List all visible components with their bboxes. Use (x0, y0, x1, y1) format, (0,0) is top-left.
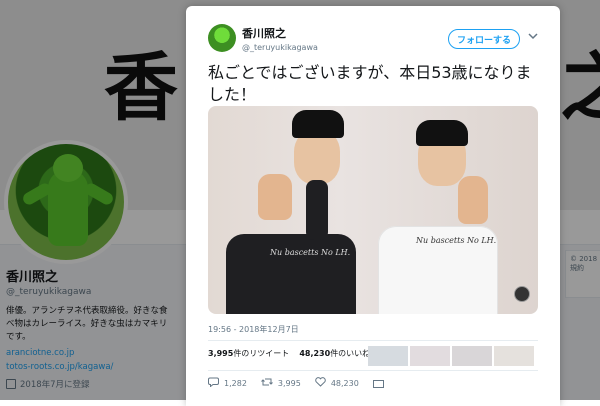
follow-button[interactable]: フォローする (448, 29, 520, 49)
retweet-stat-label: 件のリツイート (233, 349, 290, 358)
man-cap (416, 120, 468, 146)
tweet-timestamp[interactable]: 19:56 - 2018年12月7日 (208, 324, 299, 335)
boy-face (294, 130, 340, 184)
liker-avatar[interactable] (494, 346, 534, 366)
heart-icon (315, 377, 326, 390)
like-button[interactable]: 48,230 (315, 377, 359, 390)
dm-button[interactable] (372, 379, 384, 388)
tweet-header: 香川照之 @_teruyukikagawa (208, 24, 318, 52)
boy-hand-five (258, 174, 292, 220)
like-count: 48,230 (330, 379, 359, 388)
tweet-author-handle[interactable]: @_teruyukikagawa (242, 43, 318, 52)
tweet-stats: 3,995件のリツイート 48,230件のいいね (208, 348, 370, 359)
liker-avatar[interactable] (368, 346, 408, 366)
like-stat-count: 48,230 (299, 349, 331, 358)
liker-avatar[interactable] (452, 346, 492, 366)
like-stat-label: 件のいいね (330, 349, 371, 358)
tweet-author-name[interactable]: 香川照之 (242, 25, 318, 41)
tweet-text: 私ごとではございますが、本日53歳になりました！ (208, 63, 532, 104)
man-hand-three (458, 176, 488, 224)
retweet-stat[interactable]: 3,995件のリツイート (208, 348, 289, 359)
boy-cap (292, 110, 344, 138)
retweet-stat-count: 3,995 (208, 349, 234, 358)
likers-strip (368, 346, 534, 366)
divider (208, 340, 538, 341)
background-object (514, 286, 530, 302)
liker-avatar[interactable] (410, 346, 450, 366)
man-shirt-print: Nu bascetts No LH. (416, 236, 497, 245)
comment-icon (208, 377, 219, 390)
chevron-down-icon[interactable] (528, 32, 538, 43)
boy-neck (306, 180, 328, 240)
retweet-icon (261, 377, 273, 390)
reply-count: 1,282 (224, 379, 247, 388)
retweet-button[interactable]: 3,995 (261, 377, 301, 390)
retweet-count: 3,995 (277, 379, 301, 388)
tweet-photo[interactable]: Nu bascetts No LH. Nu bascetts No LH. (208, 106, 538, 314)
reply-button[interactable]: 1,282 (208, 377, 247, 390)
boy-shirt-print: Nu bascetts No LH. (270, 248, 351, 257)
mail-icon (372, 379, 384, 388)
boy-shirt (226, 234, 356, 314)
tweet-modal: 香川照之 @_teruyukikagawa フォローする 私ごとではございますが… (186, 6, 560, 406)
divider (208, 370, 538, 371)
like-stat[interactable]: 48,230件のいいね (299, 348, 370, 359)
tweet-avatar[interactable] (208, 24, 236, 52)
tweet-actions: 1,282 3,995 48,230 (208, 377, 398, 390)
